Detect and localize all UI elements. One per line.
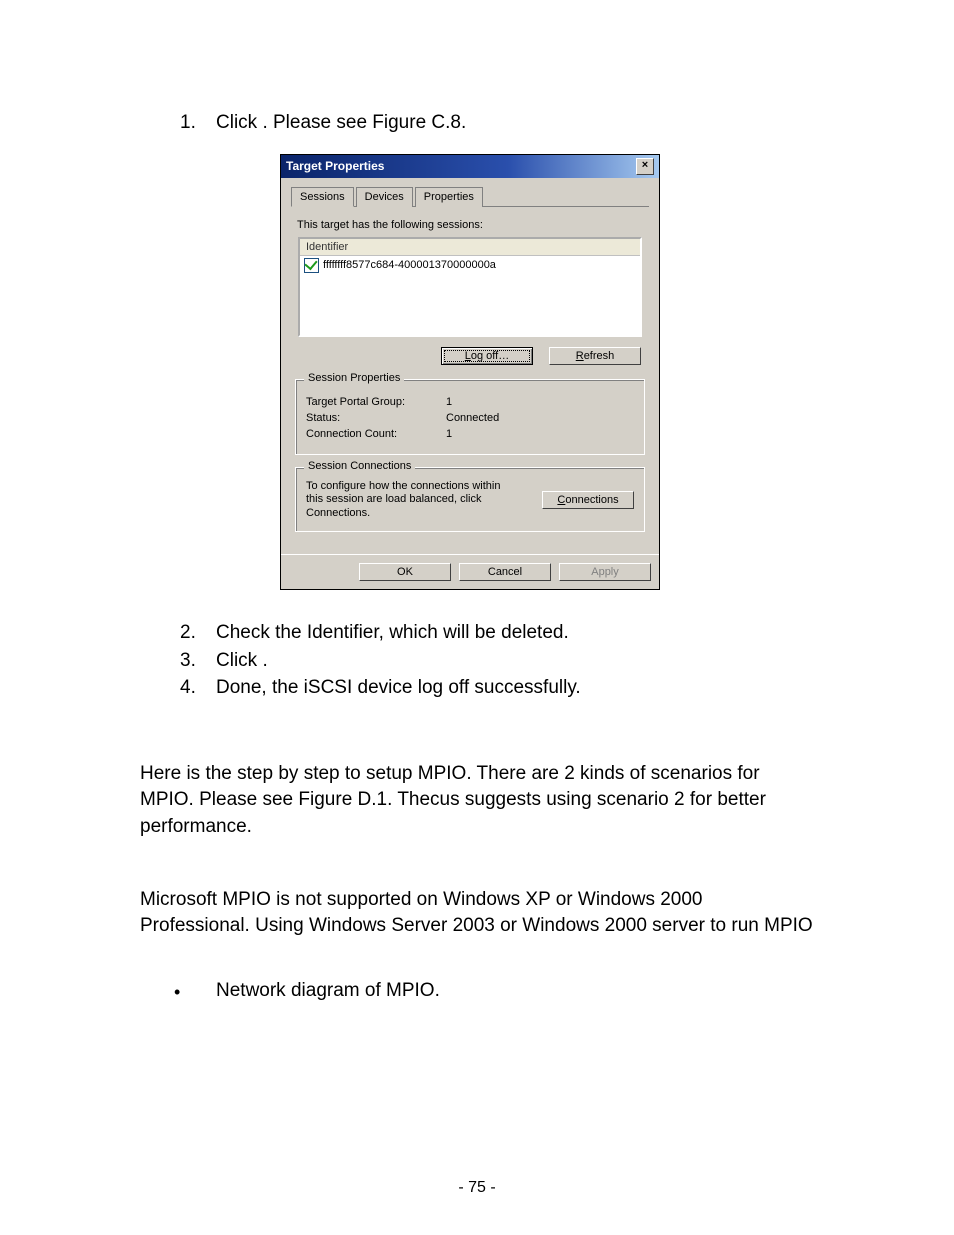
dialog-body: Sessions Devices Properties This target … (281, 178, 659, 554)
prop-row: Connection Count: 1 (306, 428, 634, 440)
sessions-listbox[interactable]: Identifier ffffffff8577c684-400001370000… (298, 237, 642, 337)
step-text: Click . (216, 648, 268, 674)
list-header: Identifier (300, 239, 640, 256)
step-number: 1. (180, 110, 216, 136)
step-number: 3. (180, 648, 216, 674)
prop-label: Status: (306, 412, 446, 424)
step-text: Check the Identifier, which will be dele… (216, 620, 569, 646)
steps-bottom: 2. Check the Identifier, which will be d… (180, 620, 814, 701)
tab-devices[interactable]: Devices (356, 187, 413, 207)
tab-properties[interactable]: Properties (415, 187, 483, 207)
connections-button[interactable]: Connections (542, 491, 634, 509)
session-connections-group: Session Connections To configure how the… (295, 467, 645, 532)
prop-value: 1 (446, 428, 452, 440)
step-item: 2. Check the Identifier, which will be d… (180, 620, 814, 646)
session-id: ffffffff8577c684-400001370000000a (323, 259, 496, 271)
step-item: 3. Click . (180, 648, 814, 674)
tab-sessions[interactable]: Sessions (291, 187, 354, 207)
step-text: Click . Please see Figure C.8. (216, 110, 466, 136)
prop-value: Connected (446, 412, 499, 424)
close-icon[interactable]: × (636, 158, 654, 175)
ok-button[interactable]: OK (359, 563, 451, 581)
logoff-button[interactable]: Log off… (441, 347, 533, 365)
prop-row: Target Portal Group: 1 (306, 396, 634, 408)
prop-row: Status: Connected (306, 412, 634, 424)
bullet-text: Network diagram of MPIO. (216, 980, 440, 1002)
apply-button: Apply (559, 563, 651, 581)
page-number: - 75 - (0, 1179, 954, 1197)
bullet-item: • Network diagram of MPIO. (174, 980, 814, 1002)
connections-row: To configure how the connections within … (306, 480, 634, 521)
steps-top: 1. Click . Please see Figure C.8. (180, 110, 814, 136)
tabs: Sessions Devices Properties (291, 186, 649, 207)
bullet-icon: • (174, 982, 216, 1004)
step-number: 2. (180, 620, 216, 646)
prop-label: Connection Count: (306, 428, 446, 440)
step-number: 4. (180, 675, 216, 701)
list-button-row: Log off… Refresh (291, 347, 641, 365)
checkbox-icon[interactable] (304, 258, 319, 273)
list-item[interactable]: ffffffff8577c684-400001370000000a (300, 256, 640, 275)
step-item: 1. Click . Please see Figure C.8. (180, 110, 814, 136)
refresh-button[interactable]: Refresh (549, 347, 641, 365)
dialog-bottom-row: OK Cancel Apply (281, 554, 659, 589)
connections-text: To configure how the connections within … (306, 480, 516, 521)
step-text: Done, the iSCSI device log off successfu… (216, 675, 581, 701)
group-title: Session Properties (304, 372, 404, 384)
session-properties-group: Session Properties Target Portal Group: … (295, 379, 645, 455)
cancel-button[interactable]: Cancel (459, 563, 551, 581)
step-item: 4. Done, the iSCSI device log off succes… (180, 675, 814, 701)
group-title: Session Connections (304, 460, 415, 472)
mpio-para-1: Here is the step by step to setup MPIO. … (140, 761, 814, 841)
prop-value: 1 (446, 396, 452, 408)
document-page: 1. Click . Please see Figure C.8. Target… (0, 0, 954, 1002)
target-properties-dialog: Target Properties × Sessions Devices Pro… (280, 154, 660, 590)
dialog-title: Target Properties (286, 159, 384, 173)
prop-label: Target Portal Group: (306, 396, 446, 408)
titlebar: Target Properties × (281, 155, 659, 178)
intro-text: This target has the following sessions: (297, 219, 649, 231)
mpio-para-2: Microsoft MPIO is not supported on Windo… (140, 887, 814, 940)
